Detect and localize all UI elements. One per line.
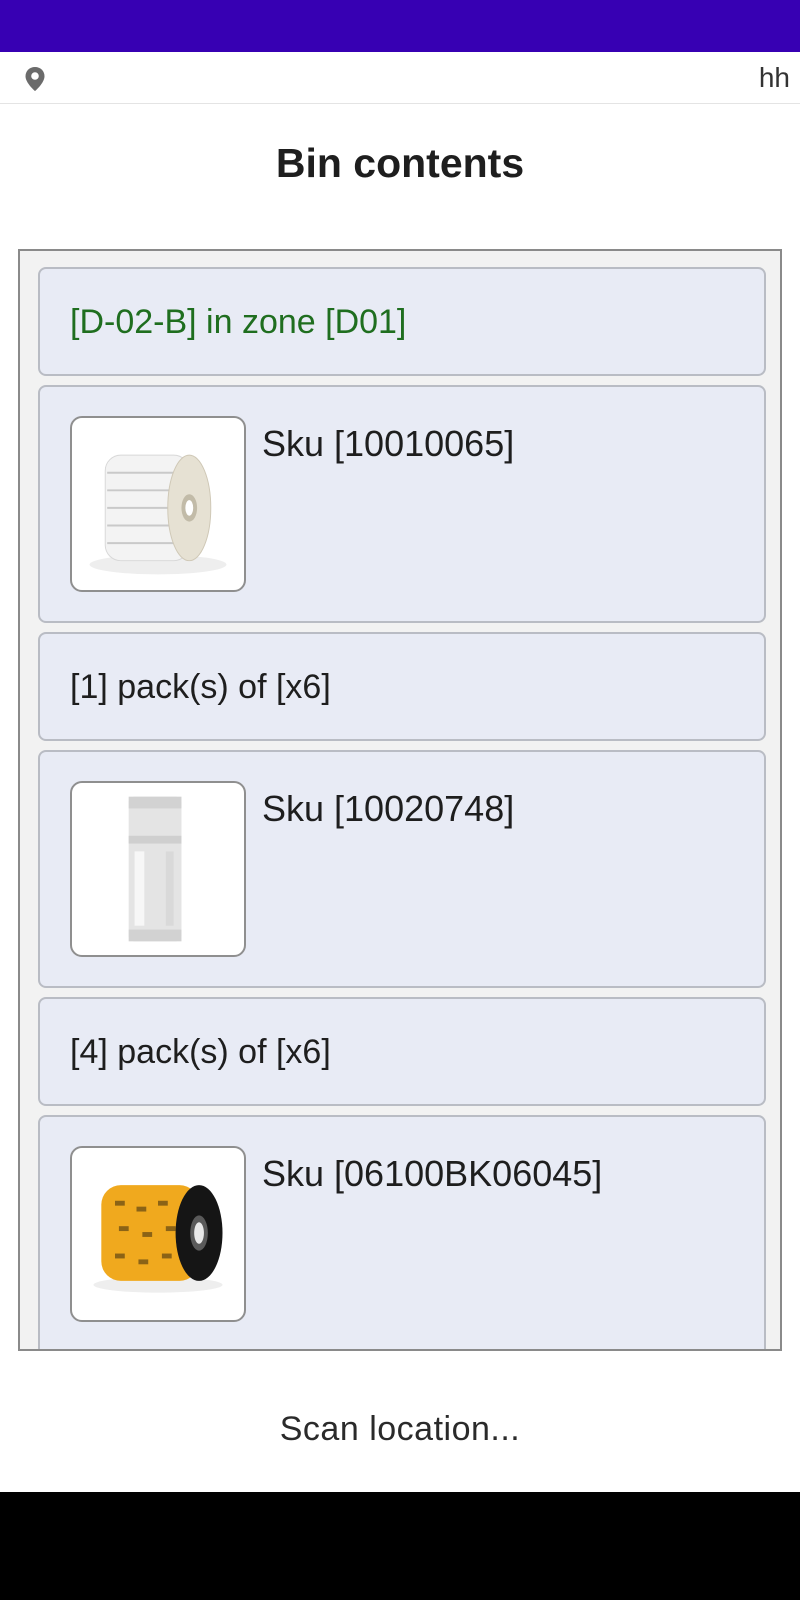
pack-count-card[interactable]: [1] pack(s) of [x6] — [38, 632, 766, 741]
location-pin-icon[interactable] — [24, 66, 46, 92]
user-label[interactable]: hh — [759, 62, 790, 94]
sku-card[interactable]: Sku [10020748] — [38, 750, 766, 988]
bin-contents-list[interactable]: [D-02-B] in zone [D01] Sku [10010065] [1… — [18, 249, 782, 1351]
sku-card[interactable]: Sku [10010065] — [38, 385, 766, 623]
top-bar: hh — [0, 52, 800, 104]
page-title: Bin contents — [275, 140, 525, 186]
bin-location-card[interactable]: [D-02-B] in zone [D01] — [38, 267, 766, 376]
label-roll-image — [70, 416, 246, 592]
status-bar — [0, 0, 800, 52]
ribbon-roll-image — [70, 1146, 246, 1322]
navigation-bar — [0, 1492, 800, 1600]
sku-label: Sku [10010065] — [262, 423, 515, 464]
scan-location-prompt[interactable]: Scan location... — [0, 1410, 800, 1449]
pack-count-text: [4] pack(s) of [x6] — [70, 1033, 331, 1071]
sku-card[interactable]: Sku [06100BK06045] — [38, 1115, 766, 1349]
sku-label: Sku [10020748] — [262, 788, 515, 829]
pack-count-card[interactable]: [4] pack(s) of [x6] — [38, 997, 766, 1106]
pack-count-text: [1] pack(s) of [x6] — [70, 668, 331, 706]
bin-location-text: [D-02-B] in zone [D01] — [70, 303, 407, 341]
clear-label-roll-image — [70, 781, 246, 957]
sku-label: Sku [06100BK06045] — [262, 1153, 603, 1194]
